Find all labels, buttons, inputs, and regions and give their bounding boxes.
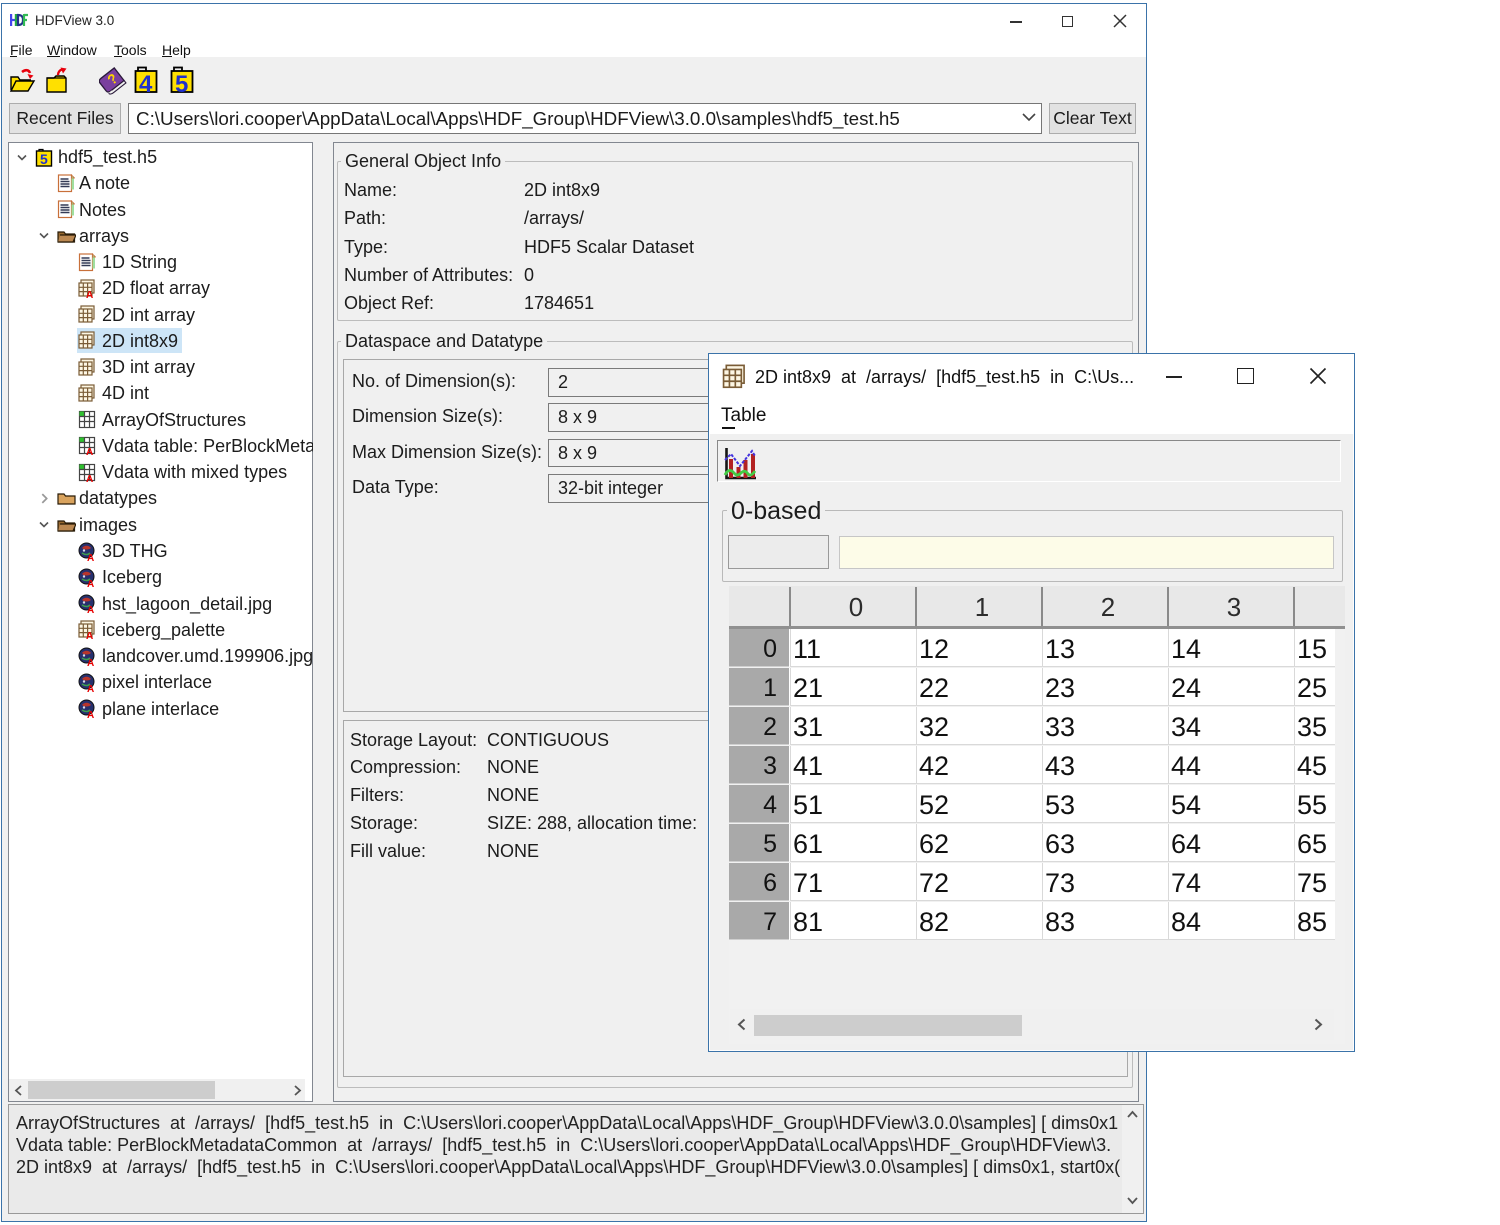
svg-text:4: 4	[139, 71, 153, 95]
svg-text:5: 5	[175, 71, 188, 95]
